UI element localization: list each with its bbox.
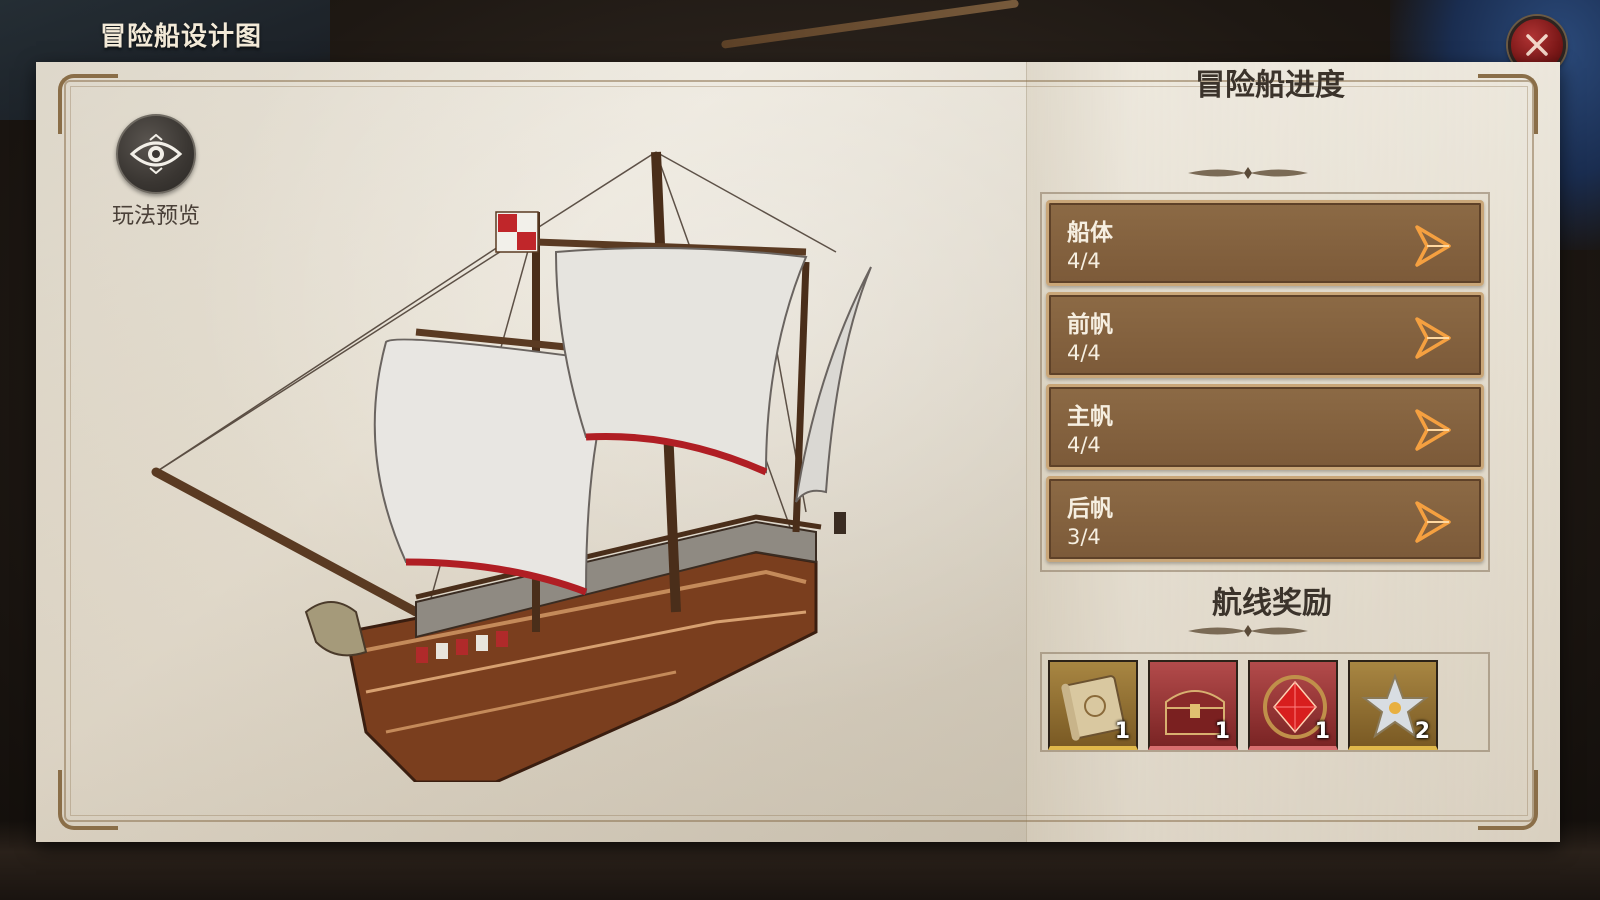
progress-title: 冒险船进度	[1195, 68, 1345, 103]
star-arrow-icon	[1415, 317, 1451, 359]
reward-item-crystal-star[interactable]: 2	[1348, 660, 1438, 750]
progress-row-hull[interactable]: 船体 4/4	[1046, 200, 1484, 286]
row-value: 4/4	[1067, 433, 1101, 457]
progress-row-mainsail[interactable]: 主帆 4/4	[1046, 384, 1484, 470]
frame-corner	[1478, 770, 1538, 830]
row-name: 前帆	[1067, 312, 1113, 338]
reward-count: 1	[1114, 719, 1130, 744]
row-name: 后帆	[1067, 496, 1113, 522]
reward-count: 2	[1414, 719, 1430, 744]
reward-count: 1	[1314, 719, 1330, 744]
divider-ornament	[1188, 167, 1308, 179]
star-arrow-icon	[1415, 501, 1451, 543]
frame-corner	[1478, 74, 1538, 134]
row-value: 4/4	[1067, 249, 1101, 273]
reward-count: 1	[1214, 719, 1230, 744]
rewards-title: 航线奖励	[1212, 586, 1332, 621]
frame-corner	[58, 770, 118, 830]
star-arrow-icon	[1415, 225, 1451, 267]
row-value: 4/4	[1067, 341, 1101, 365]
close-icon	[1526, 34, 1548, 56]
row-name: 船体	[1067, 220, 1113, 246]
reward-item-scroll-map[interactable]: 1	[1048, 660, 1138, 750]
pencil-decor	[720, 0, 1020, 49]
row-value: 3/4	[1067, 525, 1101, 549]
reward-item-red-gem[interactable]: 1	[1248, 660, 1338, 750]
star-arrow-icon	[1415, 409, 1451, 451]
window-title: 冒险船设计图	[100, 22, 263, 52]
reward-item-treasure-chest[interactable]: 1	[1148, 660, 1238, 750]
divider-ornament	[1188, 625, 1308, 637]
progress-row-aftsail[interactable]: 后帆 3/4	[1046, 476, 1484, 562]
row-name: 主帆	[1067, 404, 1113, 430]
ship-illustration[interactable]	[116, 92, 916, 782]
progress-row-foresail[interactable]: 前帆 4/4	[1046, 292, 1484, 378]
